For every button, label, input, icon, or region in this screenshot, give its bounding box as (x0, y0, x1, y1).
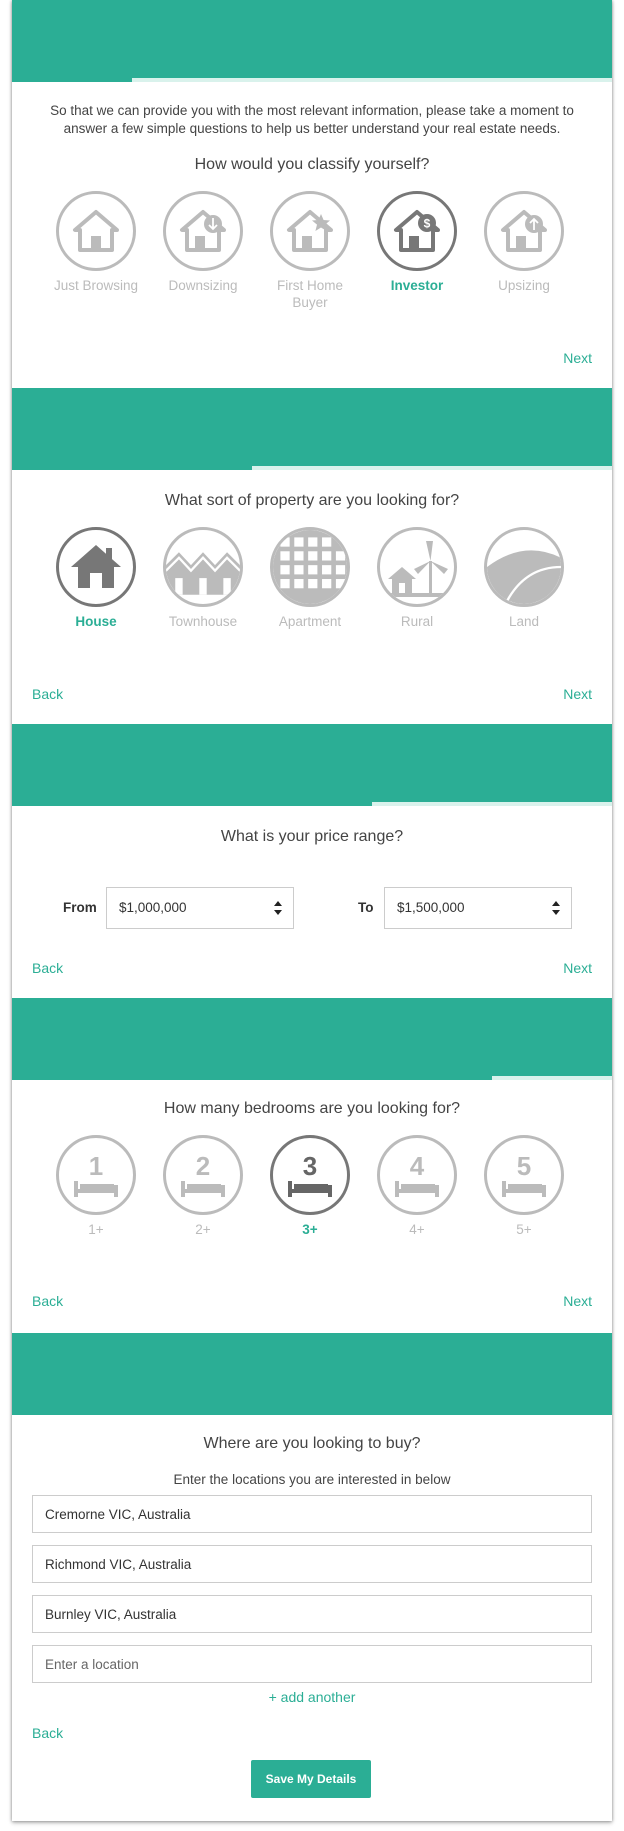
option-label: House (75, 614, 117, 629)
progress-bar (12, 466, 612, 470)
option-land[interactable]: Land (474, 527, 574, 630)
land-hills-icon (484, 527, 564, 607)
option-bedrooms-2[interactable]: 2 2+ (153, 1135, 253, 1238)
option-label: Townhouse (168, 614, 238, 629)
back-button[interactable]: Back (32, 1293, 63, 1309)
option-house[interactable]: House (46, 527, 146, 630)
option-label: Rural (400, 614, 434, 629)
add-another-link[interactable]: + add another (12, 1689, 612, 1705)
question-subtitle: Enter the locations you are interested i… (173, 1472, 451, 1487)
option-label: 3+ (302, 1222, 318, 1237)
option-rural[interactable]: Rural (367, 527, 467, 630)
step-classify: So that we can provide you with the most… (12, 0, 612, 388)
bed-icon: 5 (484, 1135, 564, 1215)
question-title: What is your price range? (220, 828, 404, 845)
progress-bar (12, 1076, 612, 1080)
option-townhouse[interactable]: Townhouse (153, 527, 253, 630)
next-button[interactable]: Next (563, 960, 592, 976)
progress-bar (12, 1411, 612, 1415)
question-title: How many bedrooms are you looking for? (163, 1100, 461, 1117)
step-banner (12, 388, 612, 470)
rural-windmill-icon (377, 527, 457, 607)
svg-text:1: 1 (89, 1151, 103, 1181)
progress-bar (12, 78, 612, 82)
svg-text:$: $ (424, 217, 431, 231)
house-icon (56, 527, 136, 607)
step-locations: Where are you looking to buy? Enter the … (12, 1333, 612, 1821)
svg-text:3: 3 (303, 1151, 317, 1181)
back-button[interactable]: Back (32, 960, 63, 976)
option-just-browsing[interactable]: Just Browsing (46, 191, 146, 294)
select-arrows-icon (551, 900, 561, 916)
save-my-details-button[interactable]: Save My Details (251, 1760, 371, 1798)
option-investor[interactable]: $ Investor (367, 191, 467, 294)
house-icon (56, 191, 136, 271)
option-bedrooms-4[interactable]: 4 4+ (367, 1135, 467, 1238)
option-apartment[interactable]: Apartment (260, 527, 360, 630)
option-downsizing[interactable]: Downsizing (153, 191, 253, 294)
option-label: Just Browsing (53, 278, 139, 293)
next-button[interactable]: Next (563, 686, 592, 702)
step-property-type: What sort of property are you looking fo… (12, 388, 612, 724)
step-banner (12, 1333, 612, 1415)
option-label: Investor (390, 278, 444, 293)
price-to-select[interactable]: $1,500,000 (384, 887, 572, 929)
bed-icon: 1 (56, 1135, 136, 1215)
step-price-range: What is your price range? From $1,000,00… (12, 724, 612, 998)
svg-text:5: 5 (517, 1151, 531, 1181)
price-to-value: $1,500,000 (397, 900, 465, 915)
option-label: Downsizing (168, 278, 238, 293)
bed-icon: 3 (270, 1135, 350, 1215)
option-label: Upsizing (498, 278, 550, 293)
option-label: Apartment (278, 614, 342, 629)
svg-text:4: 4 (410, 1151, 425, 1181)
option-label: Land (508, 614, 540, 629)
question-title: Where are you looking to buy? (203, 1435, 421, 1452)
house-down-arrow-icon (163, 191, 243, 271)
house-up-arrow-icon (484, 191, 564, 271)
option-bedrooms-3[interactable]: 3 3+ (260, 1135, 360, 1238)
option-label: 5+ (516, 1222, 532, 1237)
option-label: 4+ (409, 1222, 425, 1237)
intro-text: So that we can provide you with the most… (50, 103, 574, 136)
select-arrows-icon (273, 900, 283, 916)
option-label: 1+ (88, 1222, 104, 1237)
to-label: To (358, 900, 374, 915)
form-card: So that we can provide you with the most… (12, 0, 612, 1821)
apartment-icon (270, 527, 350, 607)
house-star-icon (270, 191, 350, 271)
option-first-home-buyer[interactable]: First Home Buyer (260, 191, 360, 311)
question-title: What sort of property are you looking fo… (164, 492, 460, 509)
next-button[interactable]: Next (563, 350, 592, 366)
step-bedrooms: How many bedrooms are you looking for? 1… (12, 998, 612, 1333)
bed-icon: 2 (163, 1135, 243, 1215)
house-dollar-icon: $ (377, 191, 457, 271)
option-label: 2+ (195, 1222, 211, 1237)
back-button[interactable]: Back (32, 686, 63, 702)
option-bedrooms-5[interactable]: 5 5+ (474, 1135, 574, 1238)
townhouse-icon (163, 527, 243, 607)
price-from-value: $1,000,000 (119, 900, 187, 915)
from-label: From (63, 900, 97, 915)
step-banner (12, 724, 612, 806)
option-upsizing[interactable]: Upsizing (474, 191, 574, 294)
step-banner (12, 0, 612, 82)
bed-icon: 4 (377, 1135, 457, 1215)
back-button[interactable]: Back (32, 1725, 63, 1741)
option-label: First Home Buyer (276, 278, 343, 310)
question-title: How would you classify yourself? (194, 156, 430, 173)
option-bedrooms-1[interactable]: 1 1+ (46, 1135, 146, 1238)
location-input[interactable]: Burnley VIC, Australia (32, 1595, 592, 1633)
location-input[interactable]: Cremorne VIC, Australia (32, 1495, 592, 1533)
location-input-empty[interactable]: Enter a location (32, 1645, 592, 1683)
progress-bar (12, 802, 612, 806)
location-input[interactable]: Richmond VIC, Australia (32, 1545, 592, 1583)
svg-text:2: 2 (196, 1151, 210, 1181)
next-button[interactable]: Next (563, 1293, 592, 1309)
step-banner (12, 998, 612, 1080)
price-from-select[interactable]: $1,000,000 (106, 887, 294, 929)
